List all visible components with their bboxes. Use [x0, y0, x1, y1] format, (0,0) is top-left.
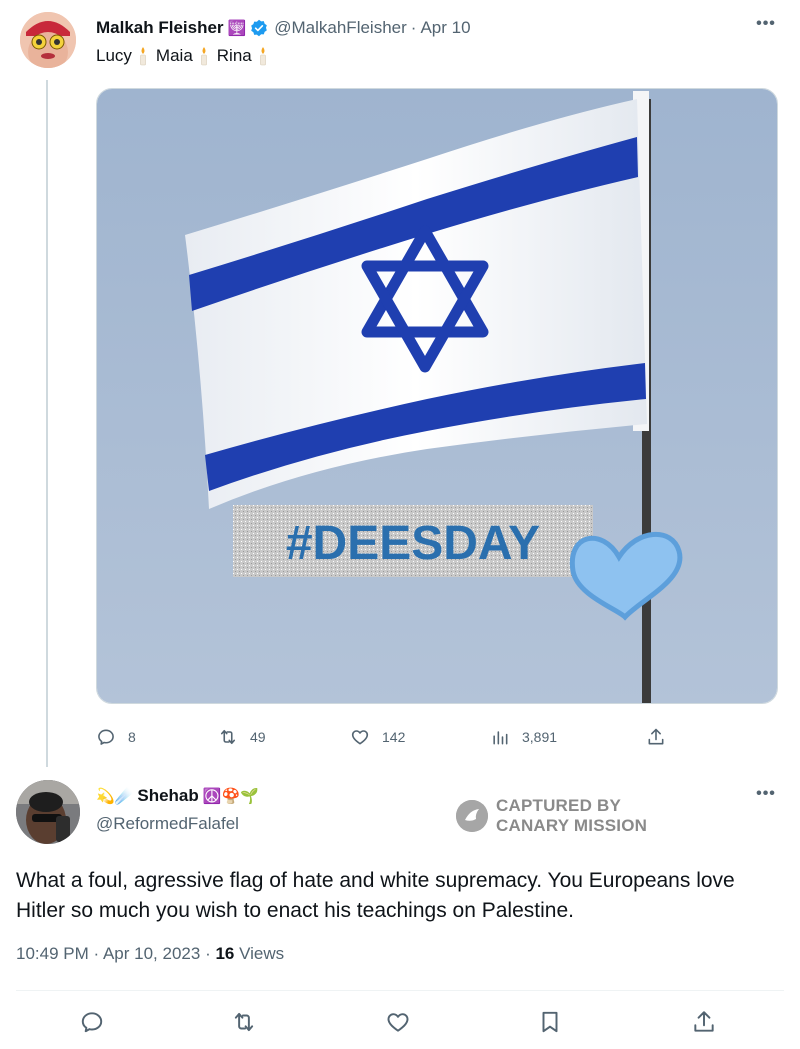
share-icon [648, 728, 664, 745]
menorah-emoji: 🕎 [227, 20, 247, 37]
name-lucy: Lucy [96, 46, 132, 65]
avatar[interactable] [20, 12, 76, 68]
more-dots-icon[interactable]: ••• [754, 786, 778, 808]
thread-connector-line [46, 80, 48, 767]
reply-metadata: 10:49 PM · Apr 10, 2023 · 16 Views [16, 944, 284, 964]
watermark-line1: CAPTURED BY [496, 796, 621, 815]
share-icon [694, 1011, 714, 1032]
views-label: Views [239, 944, 285, 963]
verified-badge-icon [250, 19, 268, 37]
author-handle[interactable]: @ReformedFalafel [96, 814, 239, 834]
candle-icon [138, 46, 148, 66]
name-maia: Maia [155, 46, 193, 65]
analytics-icon [493, 731, 508, 745]
reply-date[interactable]: Apr 10, 2023 [103, 944, 200, 963]
reply-button[interactable] [76, 1006, 108, 1038]
author-handle[interactable]: @MalkahFleisher [274, 18, 407, 38]
share-button[interactable] [688, 1006, 720, 1038]
like-button[interactable] [382, 1006, 414, 1038]
views-count: 3,891 [522, 729, 558, 745]
retweet-button[interactable] [228, 1006, 260, 1038]
name-rina: Rina [216, 46, 252, 65]
separator-dot: · [205, 944, 211, 963]
reply-button[interactable]: 8 [96, 722, 136, 752]
separator-dot: · [93, 944, 100, 963]
author-name[interactable]: Malkah Fleisher [96, 18, 224, 38]
actions-divider [16, 990, 784, 991]
avatar[interactable] [16, 780, 80, 844]
tweet-image[interactable]: #DEESDAY [96, 88, 778, 704]
views-button[interactable]: 3,891 [490, 722, 557, 752]
retweet-icon [234, 1012, 254, 1032]
reply-header: 💫☄️ Shehab ☮️🍄🌱 [96, 786, 259, 806]
reply-icon [81, 1012, 103, 1033]
author-name[interactable]: Shehab [137, 786, 198, 806]
tweet-actions: 8 49 142 3,891 [96, 722, 696, 752]
heart-icon [351, 730, 369, 745]
retweet-count: 49 [250, 729, 266, 745]
views-count: 16 [215, 944, 235, 963]
tweet-date[interactable]: Apr 10 [420, 18, 470, 38]
tweet-text: Lucy Maia Rina [96, 46, 272, 66]
name-prefix-emoji: 💫☄️ [96, 788, 134, 805]
canary-mission-watermark: CAPTURED BY CANARY MISSION [456, 796, 647, 836]
tweet-header: Malkah Fleisher 🕎 @MalkahFleisher · Apr … [96, 16, 471, 40]
like-button[interactable]: 142 [350, 722, 405, 752]
reply-icon [98, 729, 114, 745]
separator-dot: · [410, 18, 417, 37]
bookmark-button[interactable] [534, 1006, 566, 1038]
heart-icon [387, 1013, 409, 1032]
media-overlay-text: #DEESDAY [286, 517, 540, 570]
share-button[interactable] [646, 722, 678, 752]
more-dots-icon[interactable]: ••• [754, 16, 778, 38]
reply-count: 8 [128, 729, 136, 745]
reply-text: What a foul, agressive flag of hate and … [16, 869, 735, 922]
watermark-line2: CANARY MISSION [496, 816, 648, 835]
candle-icon [199, 46, 209, 66]
reply-time[interactable]: 10:49 PM [16, 944, 89, 963]
canary-logo-icon [456, 800, 488, 832]
name-suffix-emoji: ☮️🍄🌱 [202, 788, 259, 805]
retweet-icon [220, 729, 236, 745]
reply-actions [0, 1006, 800, 1042]
like-count: 142 [382, 729, 406, 745]
retweet-button[interactable]: 49 [218, 722, 266, 752]
candle-icon [258, 46, 268, 66]
bookmark-icon [542, 1011, 558, 1033]
